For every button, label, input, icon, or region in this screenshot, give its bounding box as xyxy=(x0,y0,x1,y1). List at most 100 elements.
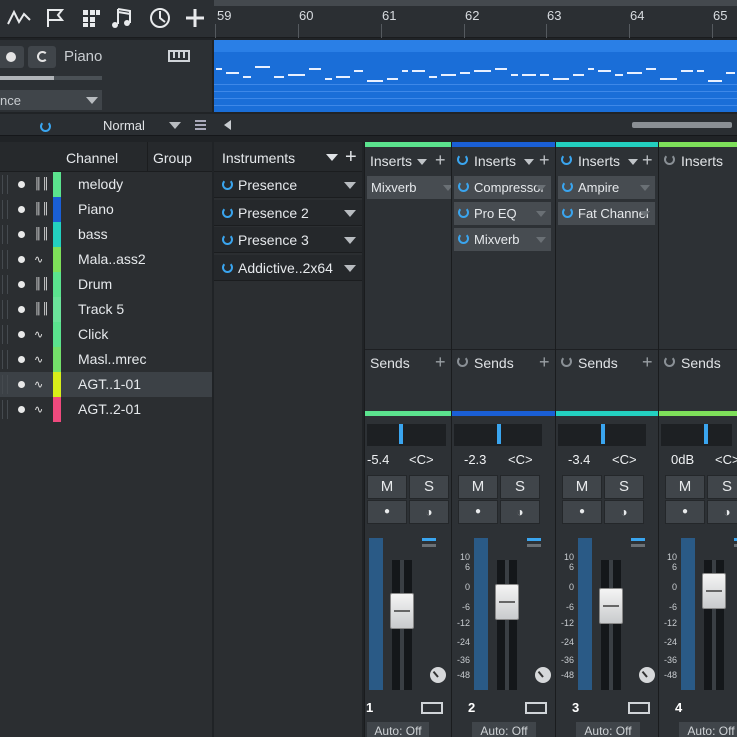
power-icon[interactable] xyxy=(458,233,469,244)
solo-button[interactable]: S xyxy=(604,475,644,499)
insert-slot[interactable]: Mixverb xyxy=(454,228,551,251)
chevron-down-icon[interactable] xyxy=(344,264,356,272)
insert-slot[interactable]: Ampire xyxy=(558,176,655,199)
insert-dropdown-icon[interactable] xyxy=(536,185,546,191)
channel-row[interactable]: ∿ AGT..1-01 xyxy=(0,372,212,397)
row-grip[interactable] xyxy=(2,300,8,319)
pan-value[interactable]: <C> xyxy=(409,452,434,467)
menu-icon[interactable] xyxy=(195,120,206,130)
pan-slider[interactable] xyxy=(558,424,646,446)
instrument-item[interactable]: Presence xyxy=(214,172,362,198)
automation-mode[interactable]: Auto: Off xyxy=(472,722,536,737)
power-icon[interactable] xyxy=(222,206,233,218)
active-dot-icon[interactable] xyxy=(18,406,25,413)
channel-row[interactable]: ║║ bass xyxy=(0,222,212,247)
insert-slot[interactable]: Fat Channel xyxy=(558,202,655,225)
row-grip[interactable] xyxy=(2,275,8,294)
add-send-icon[interactable]: + xyxy=(435,352,446,373)
pan-value[interactable]: <C> xyxy=(715,452,737,467)
track-header[interactable]: Piano nce xyxy=(0,40,212,112)
scroll-left-icon[interactable] xyxy=(224,120,231,130)
active-dot-icon[interactable] xyxy=(18,381,25,388)
mute-button[interactable]: M xyxy=(562,475,602,499)
channel-row[interactable]: ∿ Masl..mrec xyxy=(0,347,212,372)
pan-value[interactable]: <C> xyxy=(508,452,533,467)
active-dot-icon[interactable] xyxy=(18,306,25,313)
timeline-scrollbar[interactable] xyxy=(214,0,737,6)
insert-dropdown-icon[interactable] xyxy=(536,237,546,243)
volume-value[interactable]: -3.4 xyxy=(568,452,590,467)
channel-name[interactable]: Drum xyxy=(78,276,112,292)
monitor-button[interactable] xyxy=(28,46,56,68)
monitor-button[interactable]: ◑ xyxy=(500,500,540,524)
instrument-name[interactable]: Presence xyxy=(238,177,297,193)
record-button[interactable] xyxy=(0,46,24,68)
pan-knob[interactable] xyxy=(639,667,655,683)
power-icon[interactable] xyxy=(561,356,572,367)
record-arm-button[interactable]: ● xyxy=(367,500,407,524)
mute-button[interactable]: M xyxy=(665,475,705,499)
channel-name[interactable]: AGT..1-01 xyxy=(78,376,141,392)
timeline-ruler[interactable]: 59 60 61 62 63 64 65 xyxy=(214,0,737,38)
channel-row[interactable]: ║║ Drum xyxy=(0,272,212,297)
preset-select[interactable]: nce xyxy=(0,90,102,110)
insert-slot[interactable]: Pro EQ xyxy=(454,202,551,225)
automation-mode[interactable]: Auto: Off xyxy=(576,722,640,737)
active-dot-icon[interactable] xyxy=(18,256,25,263)
automation-mode[interactable]: Auto: Off xyxy=(367,722,429,737)
inserts-dropdown-icon[interactable] xyxy=(628,159,638,165)
volume-slider[interactable] xyxy=(0,76,102,80)
channel-column-header[interactable]: Channel xyxy=(66,150,118,166)
volume-value[interactable]: -5.4 xyxy=(367,452,389,467)
automation-mode[interactable]: Auto: Off xyxy=(679,722,737,737)
volume-value[interactable]: -2.3 xyxy=(464,452,486,467)
insert-slot[interactable]: Mixverb xyxy=(367,176,464,199)
monitor-button[interactable]: ◑ xyxy=(707,500,737,524)
pan-slider[interactable] xyxy=(367,424,446,446)
mute-button[interactable]: M xyxy=(367,475,407,499)
power-icon[interactable] xyxy=(458,207,469,218)
power-icon[interactable] xyxy=(458,181,469,192)
solo-button[interactable]: S xyxy=(707,475,737,499)
active-dot-icon[interactable] xyxy=(18,331,25,338)
insert-dropdown-icon[interactable] xyxy=(536,211,546,217)
row-grip[interactable] xyxy=(2,175,8,194)
power-icon[interactable] xyxy=(457,154,468,165)
tempo-icon[interactable] xyxy=(145,4,175,32)
channel-name[interactable]: Track 5 xyxy=(78,301,124,317)
volume-value[interactable]: 0dB xyxy=(671,452,694,467)
automation-icon[interactable] xyxy=(4,4,34,32)
power-icon[interactable] xyxy=(457,356,468,367)
channel-row[interactable]: ║║ Piano xyxy=(0,197,212,222)
mute-button[interactable]: M xyxy=(458,475,498,499)
volume-fader[interactable] xyxy=(390,592,414,629)
insert-slot[interactable]: Compressor xyxy=(454,176,551,199)
instrument-name[interactable]: Presence 3 xyxy=(238,232,309,248)
channel-name[interactable]: AGT..2-01 xyxy=(78,401,141,417)
power-icon[interactable] xyxy=(562,181,573,192)
midi-clip[interactable] xyxy=(214,40,737,112)
row-grip[interactable] xyxy=(2,400,8,419)
active-dot-icon[interactable] xyxy=(18,281,25,288)
add-send-icon[interactable]: + xyxy=(642,352,653,373)
chevron-down-icon[interactable] xyxy=(344,237,356,244)
mode-dropdown-icon[interactable] xyxy=(169,122,181,129)
pan-slider[interactable] xyxy=(454,424,542,446)
inserts-dropdown-icon[interactable] xyxy=(417,159,427,165)
channel-name[interactable]: Piano xyxy=(78,201,114,217)
power-icon[interactable] xyxy=(561,154,572,165)
row-grip[interactable] xyxy=(2,325,8,344)
channel-name[interactable]: bass xyxy=(78,226,108,242)
volume-fader[interactable] xyxy=(599,587,623,624)
instrument-item[interactable]: Presence 2 xyxy=(214,199,362,226)
channel-row[interactable]: ║║ Track 5 xyxy=(0,297,212,322)
active-dot-icon[interactable] xyxy=(18,206,25,213)
add-icon[interactable] xyxy=(180,4,210,32)
power-icon[interactable] xyxy=(664,154,675,165)
channel-row[interactable]: ║║ melody xyxy=(0,172,212,197)
instrument-item[interactable]: Presence 3 xyxy=(214,227,362,253)
row-grip[interactable] xyxy=(2,225,8,244)
volume-fader[interactable] xyxy=(495,583,519,620)
instrument-name[interactable]: Addictive..2x64 xyxy=(238,260,333,276)
active-dot-icon[interactable] xyxy=(18,231,25,238)
